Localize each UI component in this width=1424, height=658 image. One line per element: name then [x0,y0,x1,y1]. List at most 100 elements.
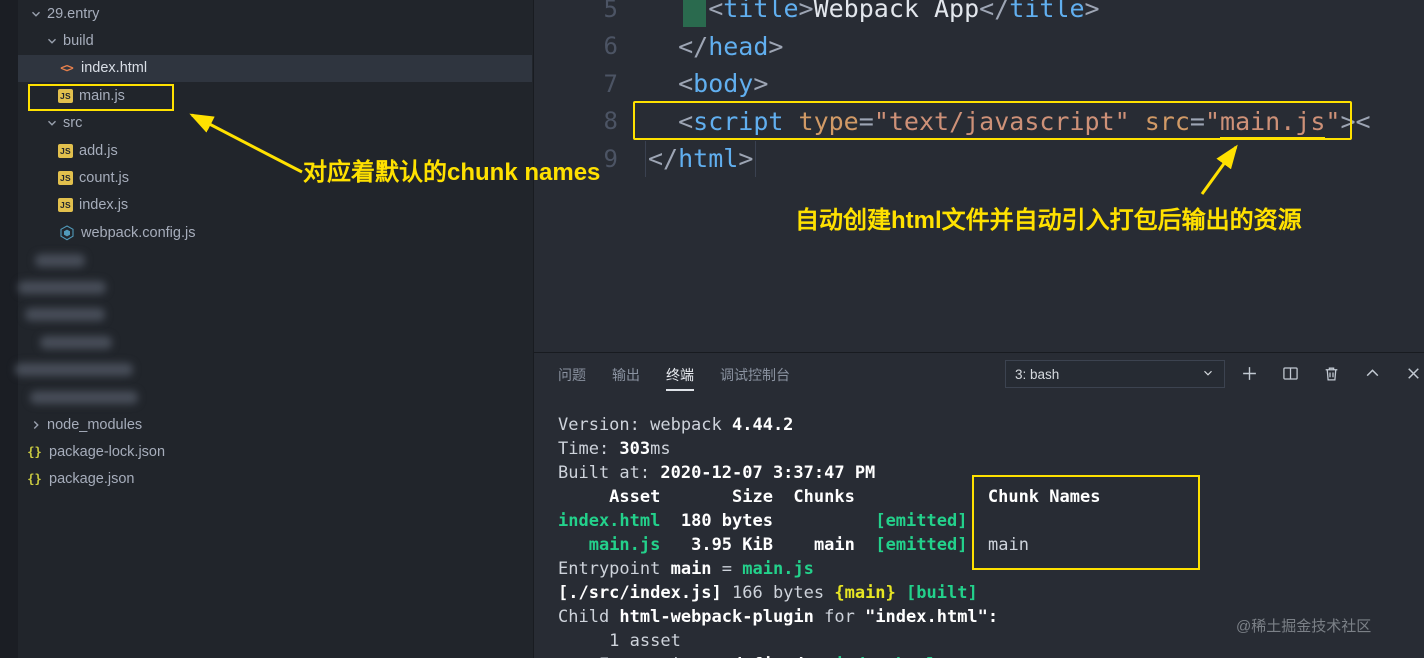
code-editor[interactable]: 5 <title>Webpack App</title> 6 </head> 7 <bod… [534,0,1424,352]
code-line-6[interactable]: 6 </head> [534,28,1424,66]
code-token: > [738,144,754,174]
tree-item-label: 29.entry [47,5,100,22]
tree-item-redacted[interactable] [18,247,532,274]
tree-item-redacted[interactable] [15,356,532,383]
redacted-filename [35,253,85,267]
panel-tab-output[interactable]: 输出 [612,356,640,391]
terminal-text-segment: ms [650,439,671,459]
tree-item-build[interactable]: build [18,27,532,54]
terminal-text-segment: = [711,559,743,579]
code-line-7[interactable]: 7 <body> [534,65,1424,103]
terminal-text-segment: Built at: [558,463,661,483]
terminal-line: 1 asset [558,629,1100,653]
chevron-down-icon [44,115,60,131]
mainjs-highlight-box [28,84,174,111]
chevron-right-icon [28,417,44,433]
code-token: body [693,69,754,99]
terminal-text-segment: Child [558,607,620,627]
tree-item-src[interactable]: src [18,110,532,137]
tree-item-package-lock.json[interactable]: {} package-lock.json [18,438,532,465]
terminal-text-segment: 303 [619,439,651,459]
indent-guide [755,141,756,177]
tree-item-node_modules[interactable]: node_modules [18,411,532,438]
html-file-icon: <> [60,61,73,76]
tree-item-package.json[interactable]: {} package.json [18,466,532,493]
tree-item-redacted[interactable] [18,329,532,356]
vscode-window: 29.entry build <> index.html JS main.js src JS a… [0,0,1424,658]
tree-item-redacted[interactable] [18,274,532,301]
terminal-text-segment: 2020-12-07 3:37:47 PM [660,463,876,483]
tree-item-redacted[interactable] [18,383,532,410]
explorer-sidebar: 29.entry build <> index.html JS main.js src JS a… [0,0,534,658]
tree-item-label: index.html [81,60,148,77]
line-number: 5 [603,0,618,23]
code-line-9[interactable]: 9 </html> [534,140,1424,178]
tree-item-label: package-lock.json [49,443,166,460]
chunk-names-highlight-box [972,475,1200,570]
tree-item-label: build [63,33,94,50]
tree-item-label: package.json [49,471,135,488]
terminal-text-segment: {main} [834,583,896,603]
close-panel-icon[interactable] [1404,364,1422,382]
line-number: 7 [603,69,618,98]
code-token: > [1084,0,1100,24]
terminal-text-segment: [emitted] [875,511,968,531]
terminal-text-segment: main.js [588,535,661,555]
terminal-text-segment: main [813,535,855,555]
terminal-line: Entrypoint undefined = index.html [558,653,1100,658]
tree-item-label: node_modules [47,416,143,433]
tree-item-label: src [63,115,83,132]
panel-tab-debug-console[interactable]: 调试控制台 [720,356,790,391]
code-text: <body> [648,69,768,98]
code-token: </ [648,144,679,174]
json-file-icon: {} [27,472,42,487]
redacted-filename [25,308,105,322]
panel-actions [1240,364,1422,382]
code-token: < [678,69,694,99]
shell-selector-dropdown[interactable]: 3: bash [1005,360,1225,388]
js-file-icon: JS [58,171,73,186]
tree-item-redacted[interactable] [18,301,532,328]
terminal-text-segment: "index.html": [865,607,999,627]
tree-item-label: index.js [79,197,129,214]
line-number: 6 [603,32,618,61]
panel-tab-terminal[interactable]: 终端 [666,356,694,391]
code-text: </html> [648,144,753,173]
terminal-text-segment: Entrypoint [558,559,671,579]
script-tag-highlight-box [633,101,1352,140]
code-token: > [753,69,769,99]
code-line-5[interactable]: 5 <title>Webpack App</title> [534,0,1424,28]
panel-tab-problems[interactable]: 问题 [558,356,586,391]
terminal-text-segment: main.js [742,559,814,579]
code-token: < [1355,106,1371,136]
code-token: </ [678,31,709,61]
file-tree: 29.entry build <> index.html JS main.js src JS a… [15,0,532,493]
chevron-down-icon [28,6,44,22]
code-token: > [798,0,814,24]
code-token: html [678,144,739,174]
split-terminal-icon[interactable] [1281,364,1299,382]
tree-item-index.js[interactable]: JS index.js [18,192,532,219]
annotation-chunk-names: 对应着默认的chunk names [303,159,601,186]
terminal-text-segment: Version: webpack [558,415,732,435]
terminal-panel: 问题 输出 终端 调试控制台 3: bash Version: webpack 4.4… [534,352,1424,658]
maximize-panel-icon[interactable] [1363,364,1381,382]
terminal-text-segment: 180 bytes [680,511,773,531]
terminal-text-segment: 3.95 KiB [691,535,773,555]
terminal-text-segment: 4.44.2 [732,415,794,435]
code-token: < [708,0,724,24]
tree-item-webpack.config.js[interactable]: webpack.config.js [18,219,532,246]
tree-item-29.entry[interactable]: 29.entry [18,0,532,27]
json-file-icon: {} [27,444,42,459]
line-number: 8 [603,107,618,136]
new-terminal-icon[interactable] [1240,364,1258,382]
terminal-text-segment: main [670,559,712,579]
chevron-down-icon [1201,366,1215,383]
kill-terminal-icon[interactable] [1322,364,1340,382]
tree-item-index.html[interactable]: <> index.html [18,54,532,83]
sidebar-left-strip [0,0,18,658]
terminal-text-segment: html-webpack-plugin [619,607,814,627]
